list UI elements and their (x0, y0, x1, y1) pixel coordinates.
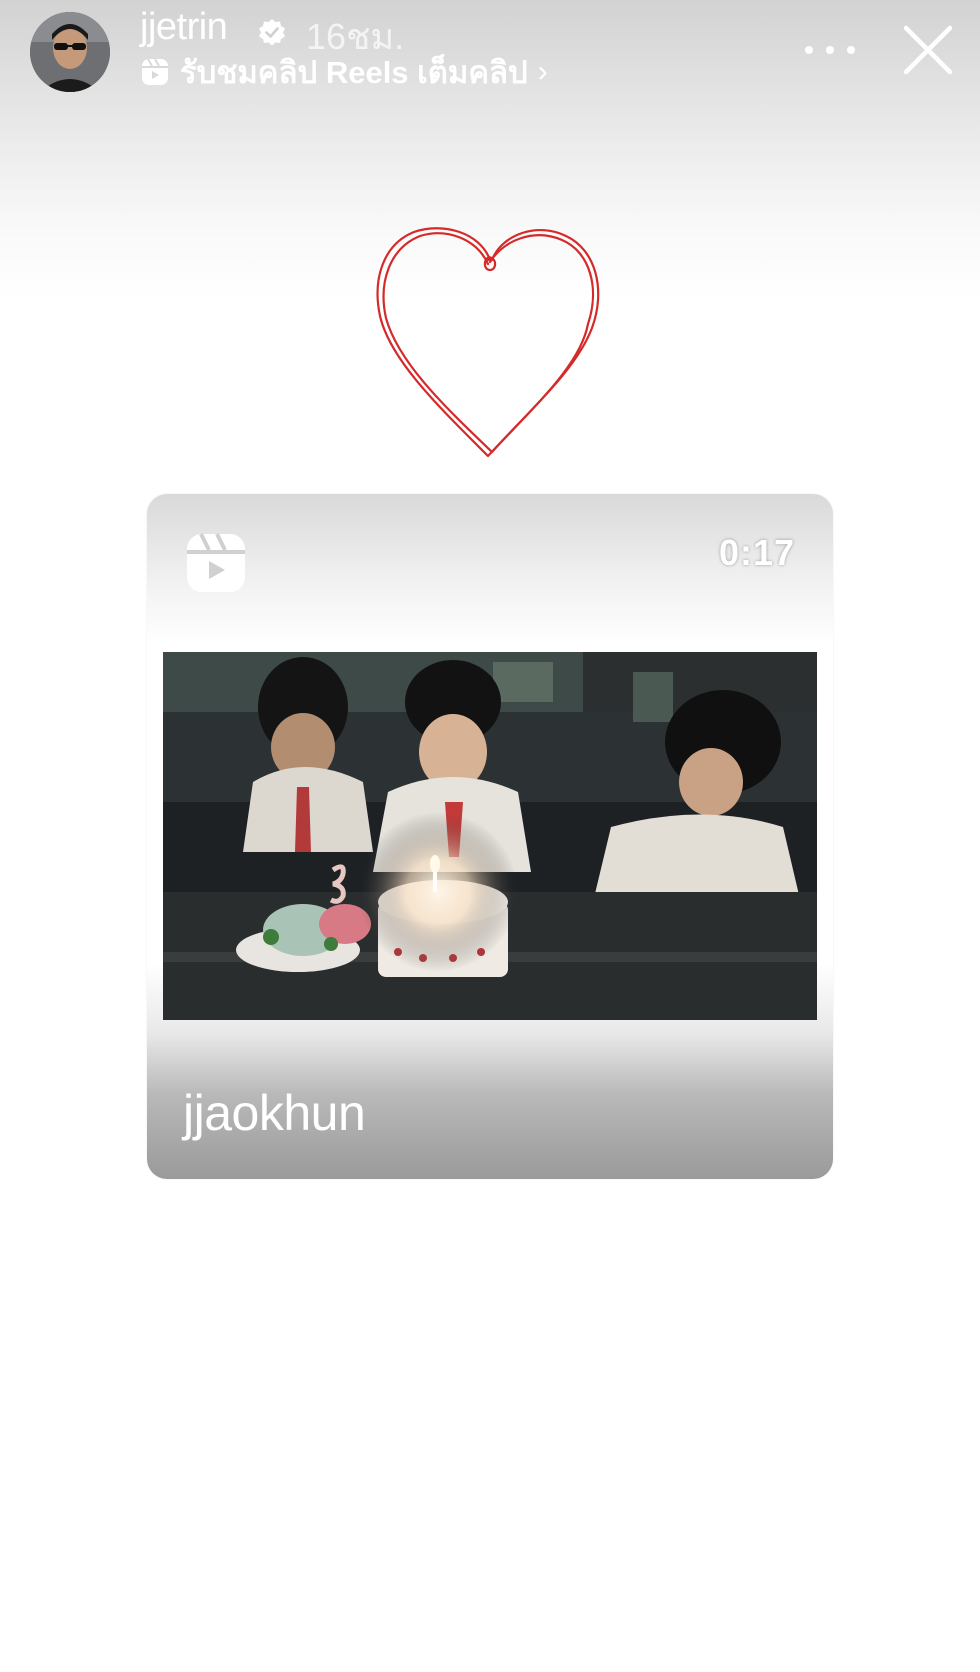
reels-link-label: รับชมคลิป Reels เต็มคลิป (180, 55, 528, 90)
reel-author[interactable]: jjaokhun (183, 1084, 366, 1142)
reels-link[interactable]: รับชมคลิป Reels เต็มคลิป › (140, 52, 548, 92)
story-viewer: jjetrin 16ชม. รับชมคลิป Reels เต็มคลิป › (0, 0, 980, 1672)
chevron-right-icon: › (537, 55, 548, 88)
verified-badge-icon (259, 19, 285, 46)
avatar[interactable] (30, 12, 110, 92)
reels-icon (142, 58, 168, 85)
story-username[interactable]: jjetrin (140, 6, 228, 49)
reel-duration: 0:17 (718, 532, 795, 573)
story-header: jjetrin 16ชม. รับชมคลิป Reels เต็มคลิป › (0, 0, 980, 110)
close-icon[interactable] (900, 22, 956, 78)
reel-thumbnail[interactable] (163, 652, 817, 1020)
more-dot (805, 46, 813, 54)
reels-icon (187, 533, 245, 592)
heart-sticker (376, 227, 600, 458)
more-dot (826, 46, 834, 54)
more-options-icon[interactable] (805, 30, 855, 70)
more-dot (847, 46, 855, 54)
reel-card[interactable]: 0:17 jjaokhun (147, 494, 833, 1179)
